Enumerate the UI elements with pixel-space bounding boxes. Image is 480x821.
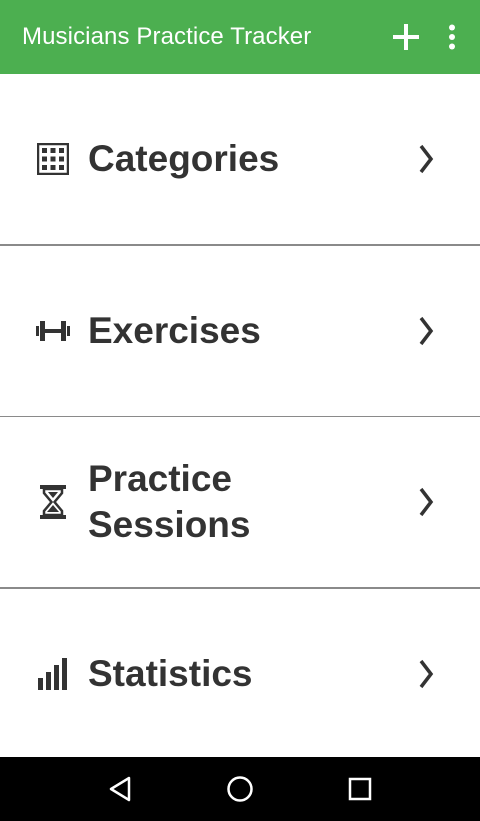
menu-item-label: Exercises [88,309,261,351]
nav-home-button[interactable] [210,759,270,819]
system-nav-bar [0,757,480,821]
home-circle-icon [227,776,253,802]
bar-chart-icon [36,657,70,691]
nav-recents-button[interactable] [330,759,390,819]
menu-item-label: Practice Sessions [88,458,251,545]
app-root: Musicians Practice Tracker Categories Ex… [0,0,480,821]
menu-item-categories[interactable]: Categories [0,74,480,244]
back-triangle-icon [109,776,131,802]
more-vert-icon [449,24,455,50]
menu-item-exercises[interactable]: Exercises [0,246,480,416]
menu-item-label: Statistics [88,652,253,694]
add-button[interactable] [382,13,430,61]
main-menu-list: Categories Exercises Practice Sessions S… [0,74,480,757]
app-bar: Musicians Practice Tracker [0,0,480,74]
chevron-right-icon [412,482,440,522]
plus-icon [393,24,419,50]
app-title: Musicians Practice Tracker [22,23,312,50]
chevron-right-icon [412,311,440,351]
grid-icon [36,142,70,176]
chevron-right-icon [412,654,440,694]
recents-square-icon [348,777,372,801]
hourglass-icon [36,485,70,519]
menu-item-statistics[interactable]: Statistics [0,589,480,758]
overflow-menu-button[interactable] [432,13,472,61]
chevron-right-icon [412,139,440,179]
dumbbell-icon [36,314,70,348]
menu-item-label: Categories [88,138,280,179]
nav-back-button[interactable] [90,759,150,819]
menu-item-practice-sessions[interactable]: Practice Sessions [0,417,480,587]
